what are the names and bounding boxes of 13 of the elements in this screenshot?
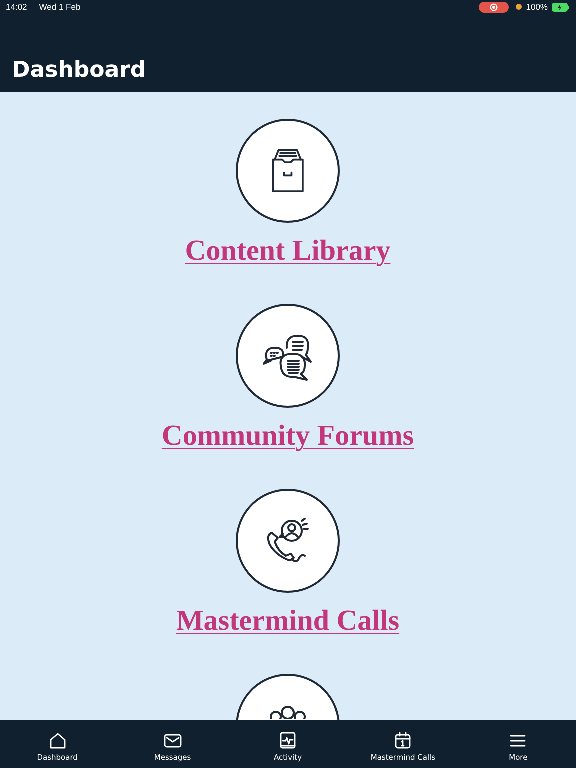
page-title: Dashboard (11, 58, 146, 83)
status-time: 14:02 (6, 2, 28, 12)
battery-icon (552, 2, 570, 12)
status-date: Wed 1 Feb (39, 2, 81, 12)
calendar-icon[interactable] (393, 731, 414, 751)
battery-level: 100% (526, 2, 548, 12)
group-icon (269, 706, 307, 719)
section-link[interactable]: Content Library (185, 235, 391, 268)
activity-chart-icon[interactable] (278, 731, 298, 751)
section-link[interactable]: Mastermind Calls (176, 605, 400, 638)
section-link[interactable]: Community Forums (162, 420, 414, 453)
dot-icon (516, 4, 522, 10)
home-icon[interactable] (48, 731, 68, 751)
